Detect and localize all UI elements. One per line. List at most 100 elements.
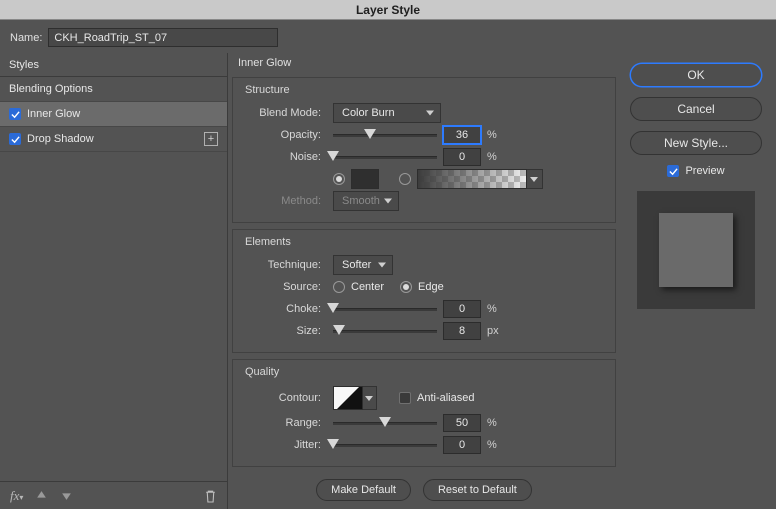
inner-glow-label: Inner Glow [27,108,80,120]
gradient-preview [417,169,527,189]
blending-options-item[interactable]: Blending Options [0,77,227,102]
choke-unit: % [487,303,503,315]
new-style-button[interactable]: New Style... [630,131,762,155]
trash-icon[interactable] [204,489,217,502]
preview-box [637,191,755,309]
jitter-slider[interactable] [333,438,437,452]
choke-slider[interactable] [333,302,437,316]
structure-group: Structure Blend Mode: Color Burn Opacity… [232,77,616,223]
quality-title: Quality [245,366,605,378]
blend-mode-label: Blend Mode: [243,107,327,119]
cancel-button[interactable]: Cancel [630,97,762,121]
method-select: Smooth [333,191,399,211]
opacity-row: Opacity: % [243,124,605,146]
layer-style-window: Layer Style Name: Styles Blending Option… [0,0,776,509]
check-icon [669,167,678,176]
size-label: Size: [243,325,327,337]
noise-input[interactable] [443,148,481,166]
antialias-checkbox[interactable] [399,392,411,404]
ok-label: OK [687,68,704,82]
opacity-input[interactable] [443,126,481,144]
drop-shadow-checkbox[interactable] [9,133,21,145]
elements-group: Elements Technique: Softer Source: Cente… [232,229,616,353]
make-default-label: Make Default [331,484,396,496]
contour-picker[interactable] [333,386,377,410]
cancel-label: Cancel [677,102,714,116]
size-slider[interactable] [333,324,437,338]
glow-color-swatch[interactable] [351,169,379,189]
inner-glow-checkbox[interactable] [9,108,21,120]
move-down-icon[interactable] [60,489,73,502]
default-buttons-row: Make Default Reset to Default [232,479,616,501]
range-input[interactable] [443,414,481,432]
contour-label: Contour: [243,392,327,404]
drop-shadow-label: Drop Shadow [27,133,94,145]
size-unit: px [487,325,503,337]
name-row: Name: [0,20,776,53]
reset-default-button[interactable]: Reset to Default [423,479,532,501]
quality-group: Quality Contour: Anti-aliased Range: [232,359,616,467]
drop-shadow-item[interactable]: Drop Shadow + [0,127,227,152]
gradient-dropdown-icon[interactable] [527,169,543,189]
method-value: Smooth [342,195,380,207]
noise-row: Noise: % [243,146,605,168]
source-center-radio[interactable] [333,281,345,293]
noise-label: Noise: [243,151,327,163]
range-unit: % [487,417,503,429]
range-slider[interactable] [333,416,437,430]
source-label: Source: [243,281,327,293]
preview-swatch [659,213,733,287]
source-center-label: Center [351,281,384,293]
make-default-button[interactable]: Make Default [316,479,411,501]
noise-slider[interactable] [333,150,437,164]
glow-gradient-picker[interactable] [417,169,543,189]
size-input[interactable] [443,322,481,340]
opacity-unit: % [487,129,503,141]
reset-default-label: Reset to Default [438,484,517,496]
blend-mode-select[interactable]: Color Burn [333,103,441,123]
check-icon [11,110,20,119]
styles-spacer [0,152,227,481]
technique-value: Softer [342,259,371,271]
source-edge-radio[interactable] [400,281,412,293]
inner-glow-item[interactable]: Inner Glow [0,102,227,127]
solid-color-radio[interactable] [333,173,345,185]
source-row: Source: Center Edge [243,276,605,298]
move-up-icon[interactable] [35,489,48,502]
contour-row: Contour: Anti-aliased [243,384,605,412]
styles-footer: fx▾ [0,481,227,509]
styles-header[interactable]: Styles [0,53,227,77]
new-style-label: New Style... [664,136,728,150]
structure-title: Structure [245,84,605,96]
choke-input[interactable] [443,300,481,318]
gradient-radio[interactable] [399,173,411,185]
panel-title: Inner Glow [238,57,616,69]
technique-select[interactable]: Softer [333,255,393,275]
jitter-input[interactable] [443,436,481,454]
add-drop-shadow-button[interactable]: + [204,132,218,146]
noise-unit: % [487,151,503,163]
range-row: Range: % [243,412,605,434]
layer-name-input[interactable] [48,28,278,47]
blend-mode-row: Blend Mode: Color Burn [243,102,605,124]
window-titlebar: Layer Style [0,0,776,20]
preview-checkbox[interactable] [667,165,679,177]
blending-options-label: Blending Options [9,83,93,95]
technique-label: Technique: [243,259,327,271]
method-label: Method: [243,195,327,207]
contour-dropdown-icon[interactable] [363,386,377,410]
antialias-label: Anti-aliased [417,392,474,404]
source-edge-label: Edge [418,281,444,293]
ok-button[interactable]: OK [630,63,762,87]
opacity-slider[interactable] [333,128,437,142]
main-area: Styles Blending Options Inner Glow Drop … [0,53,776,509]
fx-menu-button[interactable]: fx▾ [10,488,23,504]
opacity-label: Opacity: [243,129,327,141]
technique-row: Technique: Softer [243,254,605,276]
preview-toggle-row: Preview [630,165,762,177]
preview-label: Preview [685,165,724,177]
choke-label: Choke: [243,303,327,315]
window-title: Layer Style [356,3,420,17]
blend-mode-value: Color Burn [342,107,395,119]
action-panel: OK Cancel New Style... Preview [624,53,776,509]
